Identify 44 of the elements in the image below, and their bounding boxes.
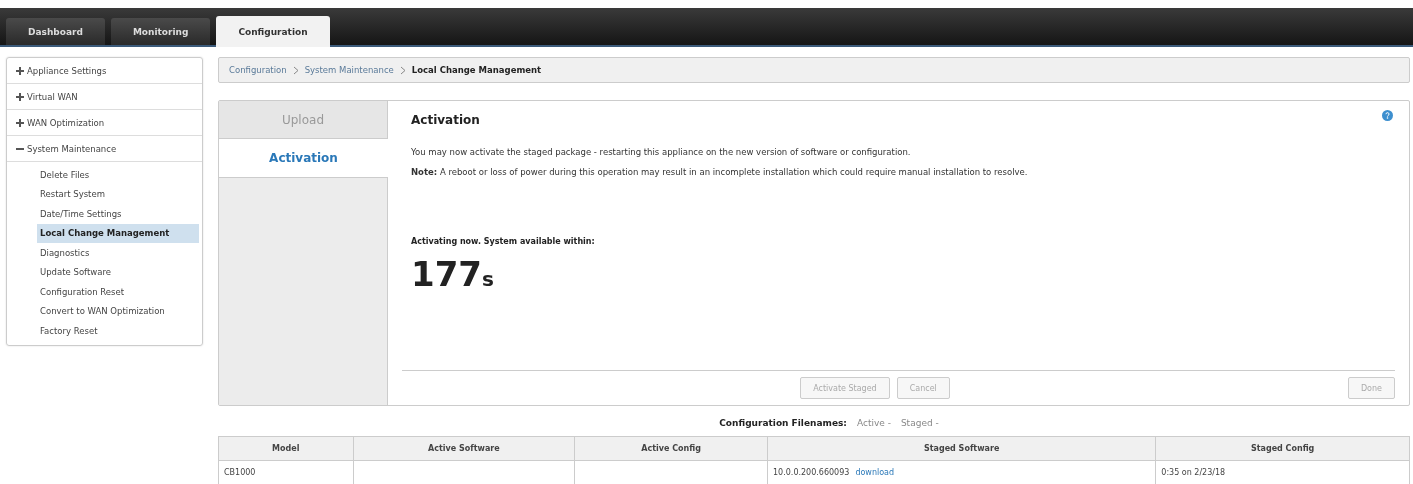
help-icon[interactable] — [1382, 110, 1393, 121]
nav-tab[interactable]: Dashboard — [6, 18, 105, 45]
chevron-icon — [292, 65, 299, 75]
table-cell: 10.0.0.200.660093 — [773, 468, 850, 477]
breadcrumb-item[interactable]: Configuration — [229, 65, 287, 75]
table-cell: CB1000 — [218, 460, 354, 484]
sidebar-group[interactable]: Appliance Settings — [27, 65, 107, 76]
sidebar-item[interactable]: Configuration Reset — [37, 282, 199, 302]
sidebar-group[interactable]: Virtual WAN — [27, 91, 78, 102]
filenames-label: Configuration Filenames: — [719, 418, 847, 428]
sidebar-item[interactable]: Local Change Management — [37, 223, 199, 243]
column-header: Model — [218, 436, 354, 461]
nav-tab[interactable]: Configuration — [216, 16, 330, 47]
panel-tab[interactable]: Activation — [219, 139, 388, 178]
chevron-icon — [399, 65, 406, 75]
sidebar-item[interactable]: Update Software — [37, 262, 199, 282]
sidebar-item[interactable]: Factory Reset — [37, 321, 199, 341]
sidebar-item[interactable]: Delete Files — [37, 165, 199, 185]
column-header: Staged Config — [1155, 436, 1410, 461]
plus-icon[interactable] — [16, 66, 24, 75]
sidebar-item[interactable]: Convert to WAN Optimization — [37, 301, 199, 321]
status-label: Activating now. System available within: — [411, 237, 596, 246]
countdown-value: 177 — [411, 254, 482, 294]
breadcrumb-item: Local Change Management — [411, 65, 542, 75]
sidebar-item[interactable]: Restart System — [37, 184, 199, 204]
table-cell: 0:35 on 2/23/18 — [1155, 460, 1410, 484]
panel-title: Activation — [411, 113, 480, 127]
active-filename: Active - — [856, 418, 891, 428]
breadcrumb-item[interactable]: System Maintenance — [304, 65, 394, 75]
sidebar-item[interactable]: Date/Time Settings — [37, 204, 199, 224]
countdown-unit: s — [482, 267, 494, 291]
staged-filename: Staged - — [900, 418, 939, 428]
sidebar-group[interactable]: System Maintenance — [27, 143, 117, 154]
plus-icon[interactable] — [16, 118, 24, 127]
note-text: Note: A reboot or loss of power during this operation may result in an incomplete installation which could require manual installation to resolve. — [411, 167, 1029, 177]
column-header: Active Config — [574, 436, 768, 461]
column-header: Active Software — [353, 436, 575, 461]
nav-tab[interactable]: Monitoring — [110, 18, 211, 45]
message-text: You may now activate the staged package - restarting this appliance on the new version of software or configuration. — [411, 147, 912, 157]
column-header: Staged Software — [767, 436, 1156, 461]
sidebar-item[interactable]: Diagnostics — [37, 243, 199, 263]
sidebar-group[interactable]: WAN Optimization — [27, 117, 105, 128]
download-link[interactable]: download — [855, 468, 895, 477]
plus-icon[interactable] — [16, 92, 24, 101]
